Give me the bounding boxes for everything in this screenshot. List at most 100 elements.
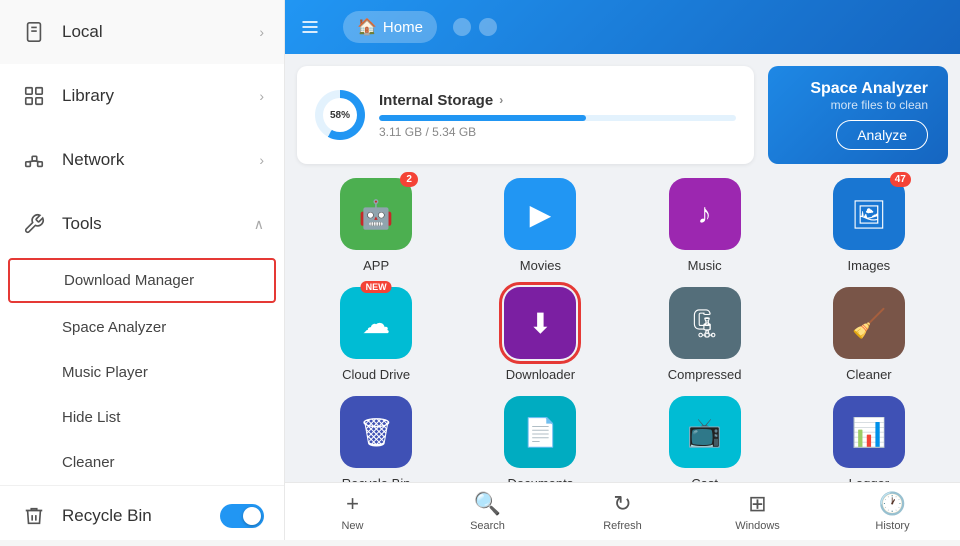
recycle-bin-icon: [20, 502, 48, 530]
refresh-toolbar-icon: ↻: [613, 491, 631, 517]
content-area: 58% Internal Storage › 3.11 GB / 5.34 GB: [285, 54, 960, 482]
tools-label: Tools: [62, 214, 254, 234]
breadcrumb: [453, 0, 497, 54]
toolbar-item-history[interactable]: 🕐 History: [825, 485, 960, 538]
main-content: 🏠 Home 58% Internal Storage ›: [285, 0, 960, 540]
home-icon: 🏠: [357, 17, 377, 37]
app-label: APP: [363, 258, 389, 273]
storage-card[interactable]: 58% Internal Storage › 3.11 GB / 5.34 GB: [297, 66, 754, 164]
grid-item-cleaner[interactable]: 🧹 Cleaner: [794, 287, 944, 382]
toolbar-item-refresh[interactable]: ↻ Refresh: [555, 485, 690, 538]
hamburger-button[interactable]: [285, 0, 335, 54]
tools-subitems: Download Manager Space Analyzer Music Pl…: [0, 258, 284, 485]
network-icon: [20, 146, 48, 174]
documents-label: Documents: [508, 476, 574, 482]
sidebar-item-local[interactable]: Local ›: [0, 0, 284, 64]
sidebar-item-tools[interactable]: Tools ∧: [0, 192, 284, 256]
cast-icon: 📺: [669, 396, 741, 468]
top-section: 58% Internal Storage › 3.11 GB / 5.34 GB: [297, 66, 948, 164]
compressed-label: Compressed: [668, 367, 742, 382]
grid-item-logger[interactable]: 📊 Logger: [794, 396, 944, 482]
music-icon: ♪: [669, 178, 741, 250]
windows-toolbar-label: Windows: [735, 520, 780, 532]
tools-section: Tools ∧ Download Manager Space Analyzer …: [0, 192, 284, 485]
space-analyzer-title: Space Analyzer: [810, 80, 928, 98]
toolbar-item-windows[interactable]: ⊞Windows: [690, 485, 825, 538]
sidebar-library-label: Library: [62, 86, 259, 106]
storage-label: Internal Storage: [379, 92, 493, 109]
grid-item-compressed[interactable]: 🗜 Compressed: [630, 287, 780, 382]
space-analyzer-subtitle: more files to clean: [831, 98, 928, 112]
subitem-music-player[interactable]: Music Player: [0, 350, 284, 395]
grid-item-images[interactable]: 🖼47Images: [794, 178, 944, 273]
sidebar: Local › Library › Network › Tools ∧ Down…: [0, 0, 285, 540]
library-chevron-icon: ›: [259, 88, 264, 104]
subitem-cleaner[interactable]: Cleaner: [0, 440, 284, 485]
sidebar-item-recycle-bin[interactable]: Recycle Bin: [0, 485, 284, 546]
library-icon: [20, 82, 48, 110]
grid-item-cast[interactable]: 📺 Cast: [630, 396, 780, 482]
app-icon: 🤖2: [340, 178, 412, 250]
images-badge: 47: [890, 172, 911, 187]
storage-circle: 58%: [315, 90, 365, 140]
grid-item-documents[interactable]: 📄 Documents: [465, 396, 615, 482]
grid-item-music[interactable]: ♪ Music: [630, 178, 780, 273]
subitem-space-analyzer[interactable]: Space Analyzer: [0, 305, 284, 350]
new-toolbar-icon: +: [346, 491, 359, 517]
movies-label: Movies: [520, 258, 561, 273]
recycle-bin-icon: 🗑: [340, 396, 412, 468]
storage-info: Internal Storage › 3.11 GB / 5.34 GB: [379, 92, 736, 139]
sidebar-item-network[interactable]: Network ›: [0, 128, 284, 192]
storage-bar-wrap: [379, 115, 736, 121]
local-chevron-icon: ›: [259, 24, 264, 40]
subitem-hide-list[interactable]: Hide List: [0, 395, 284, 440]
logger-label: Logger: [849, 476, 889, 482]
breadcrumb-dot-2[interactable]: [479, 18, 497, 36]
search-toolbar-label: Search: [470, 520, 505, 532]
cloud-drive-label: Cloud Drive: [342, 367, 410, 382]
refresh-toolbar-label: Refresh: [603, 520, 642, 532]
grid-item-app[interactable]: 🤖2 APP: [301, 178, 451, 273]
storage-percent: 58%: [323, 98, 357, 132]
new-toolbar-label: New: [341, 520, 363, 532]
toolbar-item-search[interactable]: 🔍Search: [420, 485, 555, 538]
cleaner-icon: 🧹: [833, 287, 905, 359]
images-label: Images: [848, 258, 891, 273]
documents-icon: 📄: [504, 396, 576, 468]
cast-label: Cast: [691, 476, 718, 482]
main-header: 🏠 Home: [285, 0, 960, 54]
app-badge: 2: [400, 172, 418, 187]
app-grid: 🤖2 APP ▶ Movies ♪ Music 🖼47Images ☁NEW Cloud Dri…: [297, 178, 948, 482]
downloader-label: Downloader: [506, 367, 575, 382]
downloader-icon: ⬇: [504, 287, 576, 359]
cleaner-label: Cleaner: [846, 367, 892, 382]
bottom-toolbar: + New 🔍Search ↻ Refresh ⊞Windows 🕐 History: [285, 482, 960, 540]
network-chevron-icon: ›: [259, 152, 264, 168]
sidebar-local-label: Local: [62, 22, 259, 42]
breadcrumb-dot-1[interactable]: [453, 18, 471, 36]
storage-arrow-icon: ›: [499, 93, 503, 107]
music-label: Music: [688, 258, 722, 273]
storage-bar: [379, 115, 586, 121]
compressed-icon: 🗜: [669, 287, 741, 359]
analyze-button[interactable]: Analyze: [836, 120, 928, 150]
cloud-drive-badge: NEW: [361, 281, 392, 293]
cloud-drive-icon: ☁NEW: [340, 287, 412, 359]
recycle-bin-label: Recycle Bin: [342, 476, 411, 482]
grid-item-movies[interactable]: ▶ Movies: [465, 178, 615, 273]
history-toolbar-icon: 🕐: [879, 491, 906, 517]
tools-chevron-icon: ∧: [254, 216, 264, 233]
grid-item-cloud-drive[interactable]: ☁NEW Cloud Drive: [301, 287, 451, 382]
subitem-download-manager[interactable]: Download Manager: [8, 258, 276, 303]
grid-item-recycle-bin[interactable]: 🗑 Recycle Bin: [301, 396, 451, 482]
home-label: Home: [383, 19, 423, 36]
recycle-bin-toggle[interactable]: [220, 504, 264, 528]
logger-icon: 📊: [833, 396, 905, 468]
sidebar-item-library[interactable]: Library ›: [0, 64, 284, 128]
movies-icon: ▶: [504, 178, 576, 250]
toolbar-item-new[interactable]: + New: [285, 485, 420, 538]
history-toolbar-label: History: [875, 520, 909, 532]
grid-item-downloader[interactable]: ⬇ Downloader: [465, 287, 615, 382]
home-button[interactable]: 🏠 Home: [343, 11, 437, 43]
local-icon: [20, 18, 48, 46]
